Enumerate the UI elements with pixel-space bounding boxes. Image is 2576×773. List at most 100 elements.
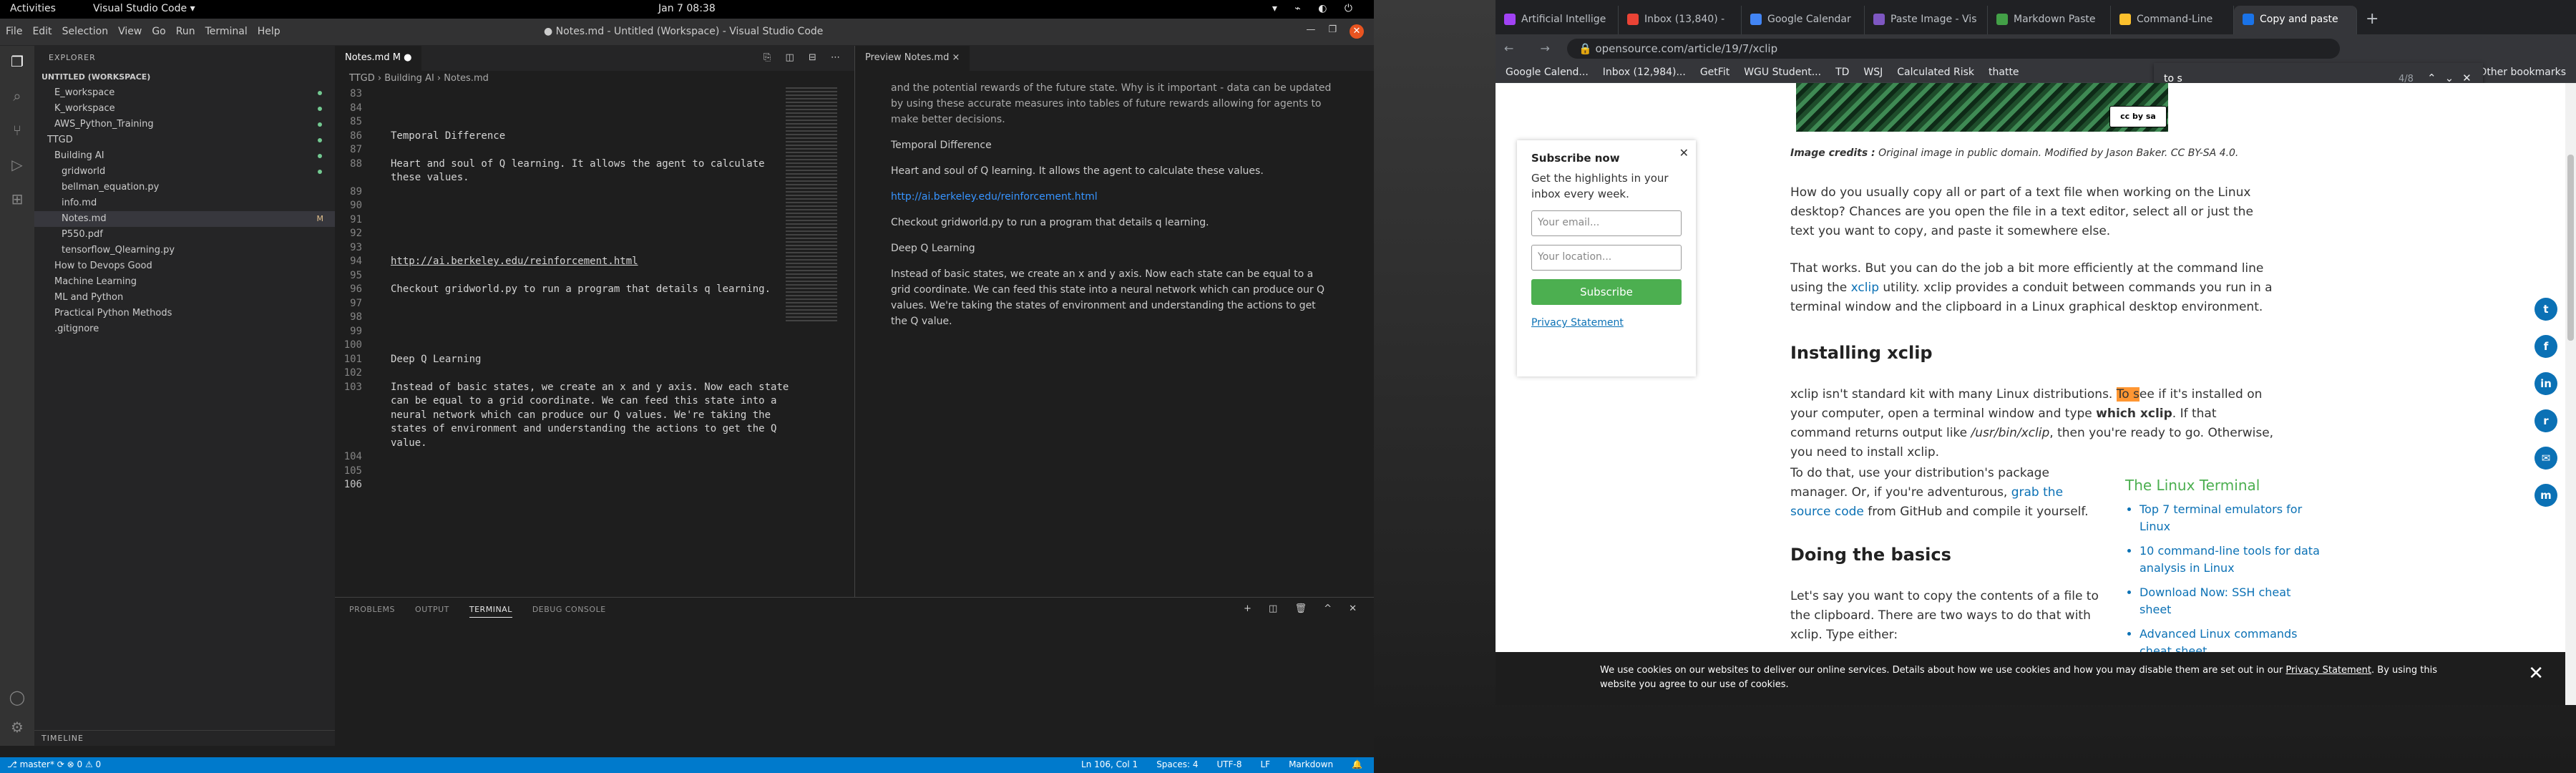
tree-item[interactable]: Notes.md M <box>34 211 335 227</box>
close-icon[interactable]: ✕ <box>1679 146 1689 160</box>
tab-notes-md[interactable]: Notes.md M ● <box>335 46 422 71</box>
minimize-icon[interactable]: — <box>1306 24 1315 39</box>
clock[interactable]: Jan 7 08:38 <box>658 3 716 14</box>
explorer-icon[interactable]: ❐ <box>9 53 26 70</box>
timeline-section[interactable]: TIMELINE <box>34 730 335 746</box>
tree-item[interactable]: E_workspace <box>34 85 335 101</box>
bookmark-item[interactable]: TD <box>1835 67 1849 79</box>
notification-bell-icon[interactable]: 🔔 <box>1352 759 1362 769</box>
related-link[interactable]: Top 7 terminal emulators for Linux <box>2140 501 2326 535</box>
new-tab-icon[interactable]: + <box>2357 6 2387 34</box>
app-menu[interactable]: Visual Studio Code ▾ <box>93 3 195 14</box>
tree-item[interactable]: Building AI <box>34 148 335 164</box>
browser-tab[interactable]: Command-Line <box>2111 6 2234 34</box>
editor-actions[interactable]: ⎘ ◫ ⊟ ⋯ <box>763 52 846 63</box>
menu-run[interactable]: Run <box>176 26 195 37</box>
subscribe-button[interactable]: Subscribe <box>1531 279 1682 305</box>
menu-go[interactable]: Go <box>152 26 165 37</box>
menu-selection[interactable]: Selection <box>62 26 109 37</box>
reddit-icon[interactable]: r <box>2534 409 2557 432</box>
system-tray-icons[interactable]: ▾ ⌁ ◐ ⏻ <box>1272 3 1360 14</box>
extensions-icon[interactable]: ⊞ <box>9 190 26 208</box>
status-item[interactable]: LF <box>1260 759 1270 769</box>
cookie-privacy-link[interactable]: Privacy Statement <box>2285 665 2371 676</box>
menu-help[interactable]: Help <box>258 26 280 37</box>
related-link[interactable]: 10 command-line tools for data analysis … <box>2140 543 2326 577</box>
close-icon[interactable]: ✕ <box>1350 24 1364 39</box>
tree-item[interactable]: K_workspace <box>34 101 335 117</box>
code-line: neural network which can produce our Q v… <box>335 409 793 423</box>
line-text: value. <box>391 437 427 449</box>
bookmark-item[interactable]: Inbox (12,984)... <box>1603 67 1686 79</box>
scroll-thumb[interactable] <box>2567 155 2574 341</box>
related-link[interactable]: Download Now: SSH cheat sheet <box>2140 584 2326 618</box>
maximize-icon[interactable]: ❐ <box>1328 24 1337 39</box>
tree-item[interactable]: bellman_equation.py <box>34 180 335 195</box>
bookmark-item[interactable]: Google Calend... <box>1506 67 1589 79</box>
twitter-icon[interactable]: t <box>2534 298 2557 321</box>
tree-item[interactable]: .gitignore <box>34 321 335 337</box>
image-credit: Image credits : Original image in public… <box>1790 147 2239 159</box>
tree-item[interactable]: Practical Python Methods <box>34 306 335 321</box>
settings-gear-icon[interactable]: ⚙ <box>9 719 26 736</box>
menu-terminal[interactable]: Terminal <box>205 26 248 37</box>
linkedin-icon[interactable]: in <box>2534 372 2557 395</box>
menu-view[interactable]: View <box>118 26 142 37</box>
activities-button[interactable]: Activities <box>10 3 56 14</box>
panel-tab-output[interactable]: OUTPUT <box>415 605 449 618</box>
browser-tab[interactable]: Paste Image - Vis <box>1865 6 1988 34</box>
code-editor[interactable]: 83 84 85 86 Temporal Difference 87 88 Heart and… <box>335 87 793 492</box>
menu-file[interactable]: File <box>6 26 22 37</box>
bookmark-item[interactable]: thatte <box>1989 67 2019 79</box>
panel-tab-terminal[interactable]: TERMINAL <box>469 605 512 618</box>
browser-tab[interactable]: Copy and paste <box>2234 6 2357 34</box>
panel-actions[interactable]: + ◫ 🗑 ^ ✕ <box>1244 603 1364 614</box>
email-icon[interactable]: ✉ <box>2534 447 2557 470</box>
tree-item[interactable]: How to Devops Good <box>34 258 335 274</box>
bookmark-item[interactable]: GetFit <box>1700 67 1729 79</box>
tab-preview-notes[interactable]: Preview Notes.md × <box>855 46 970 71</box>
panel-tab-debug-console[interactable]: DEBUG CONSOLE <box>532 605 606 618</box>
location-select[interactable]: Your location... <box>1531 245 1682 271</box>
bookmark-item[interactable]: WGU Student... <box>1744 67 1821 79</box>
browser-tab[interactable]: Inbox (13,840) - <box>1619 6 1742 34</box>
mastodon-icon[interactable]: m <box>2534 484 2557 507</box>
preview-link[interactable]: http://ai.berkeley.edu/reinforcement.htm… <box>891 191 1098 203</box>
status-item[interactable]: UTF-8 <box>1217 759 1242 769</box>
status-item[interactable]: Markdown <box>1289 759 1333 769</box>
tree-item[interactable]: P550.pdf <box>34 227 335 243</box>
bookmark-item[interactable]: Other bookmarks <box>2479 67 2566 79</box>
browser-tab[interactable]: Google Calendar <box>1742 6 1865 34</box>
panel-tab-problems[interactable]: PROBLEMS <box>349 605 395 618</box>
tree-item[interactable]: AWS_Python_Training <box>34 117 335 132</box>
menu-edit[interactable]: Edit <box>32 26 52 37</box>
workspace-root[interactable]: UNTITLED (WORKSPACE) <box>34 69 335 85</box>
tree-item[interactable]: TTGD <box>34 132 335 148</box>
bookmark-item[interactable]: WSJ <box>1863 67 1883 79</box>
status-item[interactable]: Ln 106, Col 1 <box>1081 759 1138 769</box>
tree-item[interactable]: Machine Learning <box>34 274 335 290</box>
tree-item[interactable]: tensorflow_Qlearning.py <box>34 243 335 258</box>
xclip-link[interactable]: xclip <box>1851 281 1879 295</box>
breadcrumb[interactable]: TTGD › Building AI › Notes.md <box>335 71 854 87</box>
line-text <box>378 241 391 256</box>
minimap[interactable] <box>786 87 837 324</box>
facebook-icon[interactable]: f <box>2534 335 2557 358</box>
tree-item[interactable]: ML and Python <box>34 290 335 306</box>
run-debug-icon[interactable]: ▷ <box>9 156 26 173</box>
source-control-icon[interactable]: ⑂ <box>9 122 26 139</box>
close-icon[interactable]: ✕ <box>2528 664 2544 683</box>
account-icon[interactable]: ◯ <box>9 689 26 706</box>
tree-item[interactable]: info.md <box>34 195 335 211</box>
git-branch-status[interactable]: ⎇ master* ⟳ ⊗ 0 ⚠ 0 <box>7 759 101 769</box>
browser-tab[interactable]: Artificial Intellige <box>1496 6 1619 34</box>
privacy-link[interactable]: Privacy Statement <box>1531 317 1624 329</box>
status-item[interactable]: Spaces: 4 <box>1156 759 1198 769</box>
browser-tab[interactable]: Markdown Paste <box>1988 6 2111 34</box>
page-scrollbar[interactable] <box>2565 83 2576 705</box>
email-input[interactable]: Your email... <box>1531 210 1682 236</box>
tree-item[interactable]: gridworld <box>34 164 335 180</box>
bookmark-item[interactable]: Calculated Risk <box>1897 67 1974 79</box>
search-icon[interactable]: ⌕ <box>9 87 26 104</box>
address-bar[interactable]: 🔒 opensource.com/article/19/7/xclip <box>1567 39 2340 59</box>
